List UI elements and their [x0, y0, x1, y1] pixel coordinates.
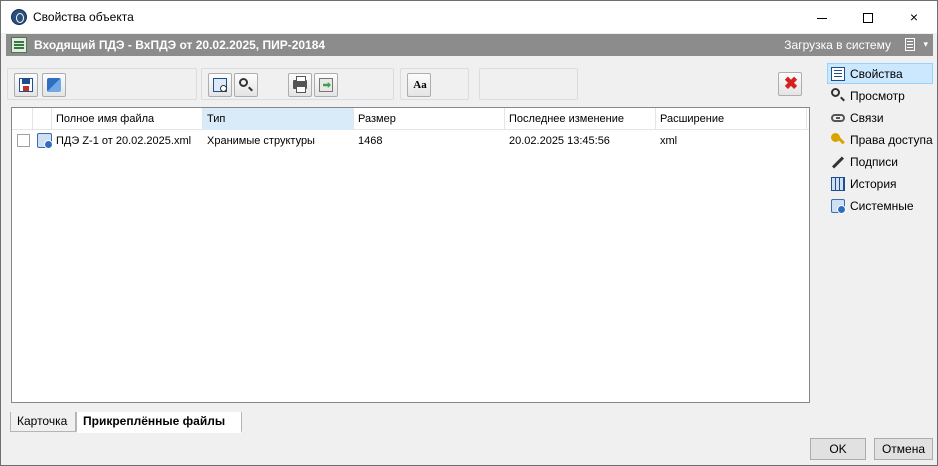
side-item-signatures[interactable]: Подписи	[827, 151, 933, 172]
search-button[interactable]	[234, 73, 258, 97]
history-icon	[831, 177, 845, 191]
file-modified-cell: 20.02.2025 13:45:56	[509, 135, 610, 147]
column-header-filename[interactable]: Полное имя файла	[52, 108, 203, 130]
tab-attached-files[interactable]: Прикреплённые файлы	[76, 412, 242, 433]
file-name-cell: ПДЭ Z-1 от 20.02.2025.xml	[56, 135, 192, 147]
column-header-check[interactable]	[12, 108, 33, 130]
side-item-label: Связи	[850, 111, 884, 125]
close-button[interactable]: ×	[891, 1, 937, 33]
column-header-icon[interactable]	[33, 108, 52, 130]
side-item-label: Свойства	[850, 67, 903, 81]
side-item-system[interactable]: Системные	[827, 195, 933, 216]
side-item-label: Подписи	[850, 155, 898, 169]
tab-card[interactable]: Карточка	[10, 412, 76, 432]
delete-button[interactable]: ✖	[778, 72, 802, 96]
xml-file-icon	[37, 133, 53, 149]
minimize-icon	[817, 17, 827, 19]
save-to-disk-button[interactable]	[14, 73, 38, 97]
export-button[interactable]	[314, 73, 338, 97]
column-header-modified[interactable]: Последнее изменение	[505, 108, 656, 130]
toolbar: Aa ✖	[7, 66, 813, 101]
column-header-size[interactable]: Размер	[354, 108, 505, 130]
side-item-properties[interactable]: Свойства	[827, 63, 933, 84]
side-item-links[interactable]: Связи	[827, 107, 933, 128]
font-icon: Aa	[413, 79, 427, 91]
app-logo-icon	[11, 9, 27, 25]
file-size-cell: 1468	[358, 135, 383, 147]
key-icon	[831, 133, 840, 142]
export-icon	[319, 78, 333, 92]
print-button[interactable]	[288, 73, 312, 97]
side-item-history[interactable]: История	[827, 173, 933, 194]
side-item-label: Права доступа	[850, 133, 933, 147]
ok-button[interactable]: OK	[810, 438, 866, 460]
cancel-button[interactable]: Отмена	[874, 438, 933, 460]
minimize-button[interactable]	[799, 1, 845, 33]
toolbar-group-empty	[479, 68, 578, 100]
view-icon	[831, 88, 840, 97]
save-to-disk-icon	[19, 78, 33, 92]
document-menu-icon[interactable]	[905, 38, 915, 51]
side-item-view[interactable]: Просмотр	[827, 85, 933, 106]
row-checkbox[interactable]	[17, 134, 30, 147]
column-header-extension[interactable]: Расширение	[656, 108, 807, 130]
incoming-document-icon	[11, 37, 27, 53]
side-item-label: Просмотр	[850, 89, 905, 103]
preview-button[interactable]	[208, 73, 232, 97]
upload-icon	[47, 78, 61, 92]
list-header: Полное имя файла Тип Размер Последнее из…	[12, 108, 809, 130]
file-type-cell: Хранимые структуры	[207, 135, 315, 147]
maximize-icon	[863, 13, 873, 24]
toolbar-group-format: Aa	[400, 68, 469, 100]
preview-icon	[213, 78, 227, 92]
upload-button[interactable]	[42, 73, 66, 97]
maximize-button[interactable]	[845, 1, 891, 33]
side-item-label: История	[850, 177, 897, 191]
delete-icon: ✖	[783, 74, 799, 93]
font-button[interactable]: Aa	[407, 73, 431, 97]
properties-icon	[831, 67, 845, 81]
chevron-down-icon[interactable]: ▾	[923, 39, 928, 50]
pen-icon	[831, 156, 845, 169]
side-item-label: Системные	[850, 199, 914, 213]
links-icon	[831, 114, 845, 122]
object-title: Входящий ПДЭ - ВхПДЭ от 20.02.2025, ПИР-…	[34, 38, 326, 52]
system-icon	[831, 199, 846, 214]
toolbar-group-view	[201, 68, 394, 100]
side-item-access-rights[interactable]: Права доступа	[827, 129, 933, 150]
file-row[interactable]: ПДЭ Z-1 от 20.02.2025.xml Хранимые струк…	[12, 131, 809, 151]
search-icon	[239, 78, 248, 87]
column-header-type[interactable]: Тип	[203, 108, 354, 130]
window-title: Свойства объекта	[33, 10, 134, 24]
properties-dialog: Свойства объекта × Входящий ПДЭ - ВхПДЭ …	[0, 0, 938, 466]
attached-files-list[interactable]: Полное имя файла Тип Размер Последнее из…	[11, 107, 810, 403]
close-icon: ×	[909, 9, 919, 25]
load-into-system-link[interactable]: Загрузка в систему	[784, 38, 891, 52]
toolbar-group-file	[7, 68, 197, 100]
print-icon	[293, 76, 307, 93]
file-extension-cell: xml	[660, 135, 678, 147]
title-bar: Свойства объекта ×	[1, 1, 937, 33]
object-header: Входящий ПДЭ - ВхПДЭ от 20.02.2025, ПИР-…	[6, 34, 933, 56]
